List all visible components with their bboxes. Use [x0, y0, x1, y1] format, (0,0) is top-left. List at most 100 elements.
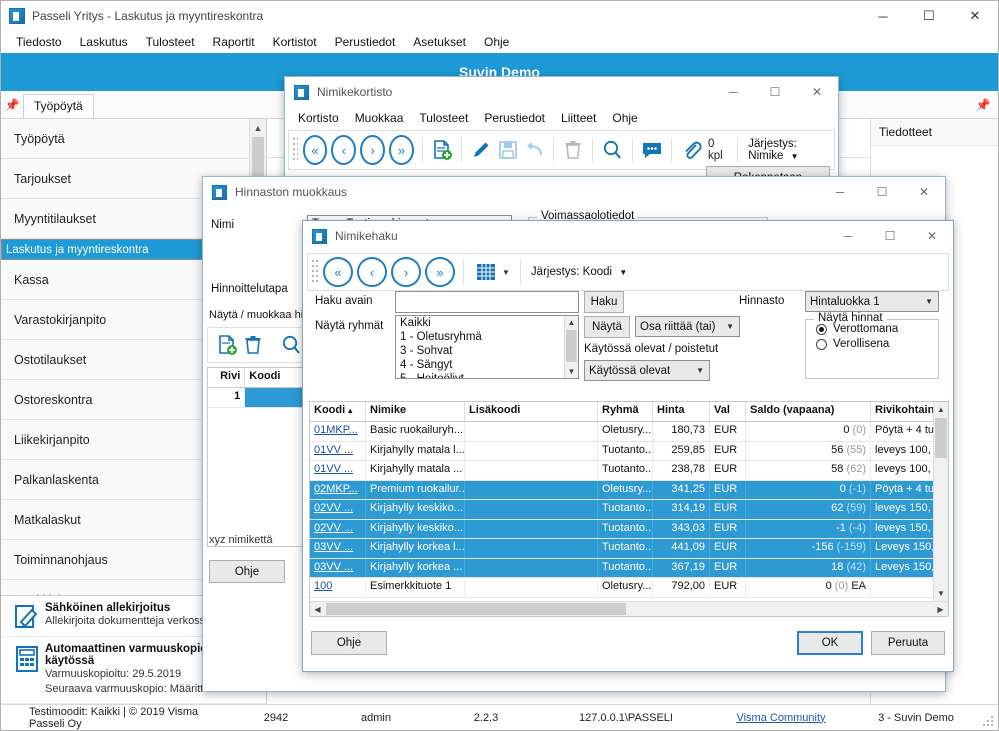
menu-perustiedot[interactable]: Perustiedot — [476, 110, 553, 126]
col-koodi[interactable]: Koodi ▴ — [310, 402, 366, 421]
nav-next-button[interactable]: › — [391, 257, 421, 287]
table-row[interactable]: 02VV ... Kirjahylly keskiko... Tuotanto.… — [310, 500, 948, 520]
table-row[interactable]: 03VV ... Kirjahylly korkea ... Tuotanto.… — [310, 559, 948, 579]
pricelist-dropdown[interactable]: Hintaluokka 1 ▼ — [805, 291, 939, 312]
match-mode-dropdown[interactable]: Osa riittää (tai) ▼ — [635, 316, 740, 337]
status-community-link[interactable]: Visma Community — [711, 712, 851, 724]
active-status-dropdown[interactable]: Käytössä olevat ▼ — [584, 360, 710, 381]
scroll-thumb[interactable] — [935, 418, 947, 458]
maximize-button[interactable]: ☐ — [754, 77, 796, 107]
minimize-button[interactable]: ─ — [860, 1, 906, 31]
nimikehaku-help-button[interactable]: Ohje — [311, 631, 387, 655]
trash-icon[interactable] — [562, 136, 584, 164]
table-row[interactable]: 1 — [208, 388, 306, 408]
close-button[interactable]: ✕ — [796, 77, 838, 107]
chevron-up-icon[interactable]: ▲ — [565, 316, 578, 329]
trash-icon[interactable] — [242, 331, 264, 359]
hinnasto-help-button[interactable]: Ohje — [209, 560, 285, 583]
results-horizontal-scrollbar[interactable]: ◀ ▶ — [310, 601, 948, 616]
results-vertical-scrollbar[interactable]: ▲ ▼ — [933, 402, 948, 601]
group-option-kaikki[interactable]: Kaikki — [396, 316, 578, 330]
chevron-down-icon[interactable]: ▼ — [934, 586, 948, 601]
close-button[interactable]: ✕ — [911, 221, 953, 251]
close-button[interactable]: ✕ — [903, 177, 945, 207]
menu-tulosteet[interactable]: Tulosteet — [411, 110, 476, 126]
ok-button[interactable]: OK — [797, 631, 863, 655]
nayta-button[interactable]: Näytä — [584, 316, 630, 338]
magnifier-icon[interactable] — [280, 331, 302, 359]
table-row[interactable]: 100 Esimerkkituote 1 Oletusry... 792,00 … — [310, 578, 948, 598]
toolbar-grip[interactable] — [311, 259, 318, 285]
haku-button[interactable]: Haku — [584, 291, 624, 313]
pencil-icon[interactable] — [470, 136, 492, 164]
menu-liitteet[interactable]: Liitteet — [553, 110, 604, 126]
menu-raportit[interactable]: Raportit — [204, 33, 264, 51]
col-val[interactable]: Val — [710, 402, 746, 421]
cell-koodi[interactable]: 100 — [314, 580, 332, 592]
toolbar-grip[interactable] — [292, 137, 298, 163]
menu-muokkaa[interactable]: Muokkaa — [347, 110, 412, 126]
new-row-icon[interactable] — [216, 331, 238, 359]
comment-icon[interactable] — [640, 136, 662, 164]
col-ryhma[interactable]: Ryhmä — [598, 402, 653, 421]
cell-koodi[interactable]: 01VV ... — [314, 463, 353, 475]
nav-last-button[interactable]: » — [389, 135, 414, 165]
group-listbox[interactable]: Kaikki 1 - Oletusryhmä 3 - Sohvat 4 - Sä… — [395, 315, 579, 379]
radio-verollisena[interactable]: Verollisena — [816, 338, 938, 350]
magnifier-icon[interactable] — [601, 136, 623, 164]
maximize-button[interactable]: ☐ — [906, 1, 952, 31]
nav-first-button[interactable]: « — [323, 257, 353, 287]
group-option-sohvat[interactable]: 3 - Sohvat — [396, 344, 578, 358]
cell-koodi[interactable]: 01MKP... — [314, 424, 358, 436]
table-row[interactable]: 02MKP... Premium ruokailur... Oletusry..… — [310, 481, 948, 501]
nav-prev-button[interactable]: ‹ — [331, 135, 356, 165]
cell-koodi[interactable]: 03VV ... — [314, 561, 353, 573]
sort-dropdown[interactable]: Järjestys: Koodi ▼ — [527, 266, 631, 278]
menu-perustiedot[interactable]: Perustiedot — [326, 33, 405, 51]
menu-ohje[interactable]: Ohje — [475, 33, 518, 51]
chevron-down-icon[interactable]: ▼ — [565, 365, 578, 378]
group-listbox-scrollbar[interactable]: ▲ ▼ — [564, 316, 578, 378]
radio-verottomana[interactable]: Verottomana — [816, 323, 938, 335]
menu-kortistot[interactable]: Kortistot — [264, 33, 326, 51]
pin-icon[interactable]: 📌 — [1, 98, 23, 118]
maximize-button[interactable]: ☐ — [869, 221, 911, 251]
cell-koodi[interactable]: 03VV ... — [314, 541, 353, 553]
search-input[interactable] — [395, 291, 579, 313]
nav-next-button[interactable]: › — [360, 135, 385, 165]
table-row[interactable]: 01MKP... Basic ruokailuryh... Oletusry..… — [310, 422, 948, 442]
maximize-button[interactable]: ☐ — [861, 177, 903, 207]
menu-laskutus[interactable]: Laskutus — [71, 33, 137, 51]
cell-koodi[interactable]: 02MKP... — [314, 483, 358, 495]
table-row[interactable]: 02VV ... Kirjahylly keskiko... Tuotanto.… — [310, 520, 948, 540]
menu-tiedosto[interactable]: Tiedosto — [7, 33, 71, 51]
chevron-down-icon[interactable]: ▼ — [502, 268, 510, 277]
col-hinta[interactable]: Hinta — [653, 402, 710, 421]
grid-icon[interactable] — [472, 258, 500, 286]
nav-last-button[interactable]: » — [425, 257, 455, 287]
menu-ohje[interactable]: Ohje — [604, 110, 645, 126]
menu-asetukset[interactable]: Asetukset — [404, 33, 475, 51]
pin-icon-right[interactable]: 📌 — [972, 98, 994, 118]
nav-first-button[interactable]: « — [303, 135, 328, 165]
col-nimike[interactable]: Nimike — [366, 402, 465, 421]
cell-koodi[interactable]: 02VV ... — [314, 502, 353, 514]
col-lisakoodi[interactable]: Lisäkoodi — [465, 402, 598, 421]
minimize-button[interactable]: ─ — [712, 77, 754, 107]
sidebar-item-tyopoyta[interactable]: Työpöytä — [1, 119, 266, 159]
chevron-up-icon[interactable]: ▲ — [934, 402, 948, 417]
chevron-up-icon[interactable]: ▲ — [250, 119, 266, 136]
table-row[interactable]: 01VV ... Kirjahylly matala ... Tuotanto.… — [310, 461, 948, 481]
scroll-thumb[interactable] — [326, 603, 626, 615]
col-saldo[interactable]: Saldo (vapaana) — [746, 402, 871, 421]
table-row[interactable]: 01VV ... Kirjahylly matala l... Tuotanto… — [310, 442, 948, 462]
menu-tulosteet[interactable]: Tulosteet — [137, 33, 204, 51]
chevron-left-icon[interactable]: ◀ — [310, 602, 325, 617]
tab-tyopoyta[interactable]: Työpöytä — [23, 94, 94, 118]
group-option-sangyt[interactable]: 4 - Sängyt — [396, 358, 578, 372]
sort-dropdown[interactable]: Järjestys: Nimike ▼ — [744, 138, 834, 162]
minimize-button[interactable]: ─ — [819, 177, 861, 207]
group-option-hoitooljyt[interactable]: 5 - Hoitoöljyt — [396, 372, 578, 379]
col-rivi[interactable]: Rivi — [208, 368, 245, 387]
cell-koodi[interactable] — [245, 388, 306, 407]
